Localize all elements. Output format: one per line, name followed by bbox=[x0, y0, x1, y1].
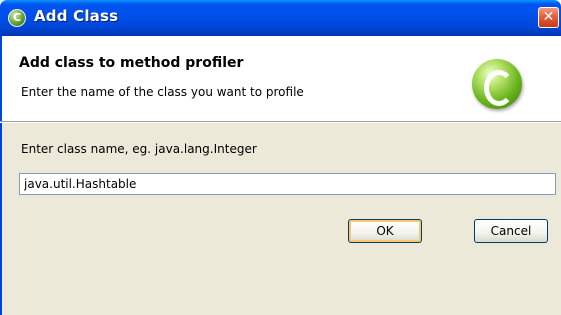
class-c-icon bbox=[472, 59, 522, 109]
cancel-button[interactable]: Cancel bbox=[474, 219, 548, 243]
add-class-dialog: C Add Class ✕ Add class to method profil… bbox=[0, 0, 561, 315]
header-title: Add class to method profiler bbox=[19, 55, 244, 71]
close-button[interactable]: ✕ bbox=[538, 7, 559, 28]
title-bar[interactable]: C Add Class ✕ bbox=[0, 0, 561, 36]
app-icon-glyph: C bbox=[12, 11, 22, 24]
ok-button[interactable]: OK bbox=[348, 219, 422, 243]
app-c-icon: C bbox=[8, 9, 26, 27]
header-description: Enter the name of the class you want to … bbox=[21, 85, 304, 99]
class-name-label: Enter class name, eg. java.lang.Integer bbox=[21, 142, 257, 156]
window-title: Add Class bbox=[34, 7, 119, 25]
class-name-input[interactable] bbox=[19, 173, 556, 195]
close-icon: ✕ bbox=[542, 9, 555, 25]
